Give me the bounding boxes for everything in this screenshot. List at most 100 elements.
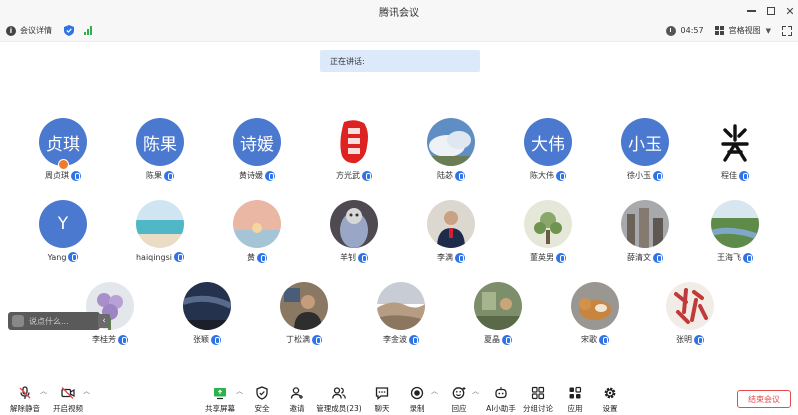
participant-name: 程佳 <box>721 171 737 180</box>
participant-name-row: 周贞琪 <box>28 170 98 181</box>
avatar <box>427 200 475 248</box>
close-button[interactable]: ✕ <box>781 2 798 20</box>
participant-name: 徐小玉 <box>627 171 651 180</box>
participant-tile[interactable]: 贞琪 周贞琪 <box>28 118 98 181</box>
fullscreen-icon[interactable] <box>782 25 792 36</box>
participant-tile[interactable]: 诗媛 黄诗媛 <box>222 118 292 181</box>
participant-name-row: 夏晶 <box>463 334 533 345</box>
mic-icon <box>71 170 81 181</box>
meeting-details-label: 会议详情 <box>20 26 52 35</box>
collapse-chat-button[interactable]: ‹ <box>98 314 110 328</box>
mic-icon <box>556 170 566 181</box>
participant-name: 张颖 <box>193 335 209 344</box>
close-icon: ✕ <box>785 4 795 18</box>
participant-name: 陈果 <box>146 171 162 180</box>
participant-tile[interactable]: 王海飞 <box>700 200 770 263</box>
avatar <box>183 282 231 330</box>
avatar-initials: 诗媛 <box>240 134 274 155</box>
view-mode-button[interactable]: 宫格视图 <box>729 25 761 36</box>
title-bar: 腾讯会议 ✕ <box>0 0 798 22</box>
participant-tile[interactable]: 小玉 徐小玉 <box>610 118 680 181</box>
participant-name: 黄诗媛 <box>239 171 263 180</box>
participant-tile[interactable]: 大伟 陈大伟 <box>513 118 583 181</box>
participant-name-row: haiqingsi <box>125 252 195 262</box>
minimize-icon <box>746 10 756 12</box>
mic-icon <box>556 252 566 263</box>
grid-view-icon <box>714 26 724 35</box>
avatar <box>233 200 281 248</box>
mic-icon <box>362 170 372 181</box>
participant-name: haiqingsi <box>135 252 173 262</box>
avatar <box>666 282 714 330</box>
participant-name-row: 黄 <box>222 252 292 263</box>
participant-name: Yang <box>47 252 67 262</box>
participant-name-row: 张明 <box>655 334 725 345</box>
members-icon <box>332 387 346 399</box>
mic-icon <box>455 170 465 181</box>
avatar-initials: 大伟 <box>531 134 565 155</box>
participant-tile[interactable]: 黄 <box>222 200 292 263</box>
participant-tile[interactable]: 陈果 陈果 <box>125 118 195 181</box>
network-signal-icon[interactable] <box>84 26 92 35</box>
participant-tile[interactable]: 夏晶 <box>463 282 533 345</box>
avatar <box>377 282 425 330</box>
participant-name: 李满 <box>437 253 453 262</box>
mic-icon <box>265 170 275 181</box>
mic-icon <box>739 170 749 181</box>
participant-name: 陆苾 <box>437 171 453 180</box>
participant-name-row: 徐小玉 <box>610 170 680 181</box>
participant-name: 董英男 <box>530 253 554 262</box>
mic-icon <box>455 252 465 263</box>
participant-tile[interactable]: 程佳 <box>700 118 770 181</box>
participant-tile[interactable]: 宋歌 <box>560 282 630 345</box>
chevron-down-icon[interactable]: ▼ <box>766 27 771 35</box>
participant-tile[interactable]: 李金波 <box>366 282 436 345</box>
participant-tile[interactable]: 陆苾 <box>416 118 486 181</box>
record-icon <box>410 386 424 400</box>
meeting-details[interactable]: i 会议详情 <box>6 25 92 36</box>
participant-tile[interactable]: 薛清文 <box>610 200 680 263</box>
participant-tile[interactable]: 丁松满 <box>269 282 339 345</box>
minimize-button[interactable] <box>742 2 760 20</box>
participant-name-row: 丁松满 <box>269 334 339 345</box>
apps-icon <box>569 386 582 399</box>
end-meeting-button[interactable]: 结束会议 <box>737 390 791 408</box>
avatar <box>524 200 572 248</box>
participant-name: 羊钊 <box>340 253 356 262</box>
avatar-initials: 陈果 <box>143 134 177 155</box>
shield-icon[interactable] <box>64 25 74 36</box>
host-badge-icon <box>58 159 69 170</box>
participant-tile[interactable]: Y Yang <box>28 200 98 262</box>
participant-tile[interactable]: 李满 <box>416 200 486 263</box>
mic-icon <box>694 334 704 345</box>
chat-placeholder: 说点什么... <box>29 316 69 326</box>
camera-off-icon <box>61 387 75 399</box>
participant-tile[interactable]: 张明 <box>655 282 725 345</box>
avatar <box>427 118 475 166</box>
bottom-toolbar: 解除静音 ︿ 开启视频 ︿ 共享屏幕 ︿ 安全 邀请 管理成员(23) 聊天 录… <box>0 380 798 415</box>
chat-quick-input[interactable]: 说点什么... ‹ <box>8 312 110 330</box>
participant-tile[interactable]: 羊钊 <box>319 200 389 263</box>
participant-name-row: 陈大伟 <box>513 170 583 181</box>
share-screen-icon <box>214 388 226 400</box>
avatar <box>621 200 669 248</box>
participant-name-row: 陆苾 <box>416 170 486 181</box>
mic-icon <box>68 252 79 262</box>
mic-icon <box>599 334 609 345</box>
participant-tile[interactable]: haiqingsi <box>125 200 195 262</box>
mic-icon <box>409 334 419 345</box>
video-options-caret[interactable]: ︿ <box>83 386 90 396</box>
participant-tile[interactable]: 方光武 <box>319 118 389 181</box>
gear-icon <box>604 387 616 399</box>
avatar: 陈果 <box>136 118 184 166</box>
participant-name-row: 李金波 <box>366 334 436 345</box>
mic-icon <box>174 252 185 262</box>
chat-icon <box>375 387 389 400</box>
participant-tile[interactable]: 张颖 <box>172 282 242 345</box>
participant-tile[interactable]: 董英男 <box>513 200 583 263</box>
mic-icon <box>743 252 753 263</box>
maximize-button[interactable] <box>762 2 780 20</box>
participant-name-row: 董英男 <box>513 252 583 263</box>
avatar <box>136 200 184 248</box>
settings-button[interactable]: 设置 <box>585 386 635 414</box>
